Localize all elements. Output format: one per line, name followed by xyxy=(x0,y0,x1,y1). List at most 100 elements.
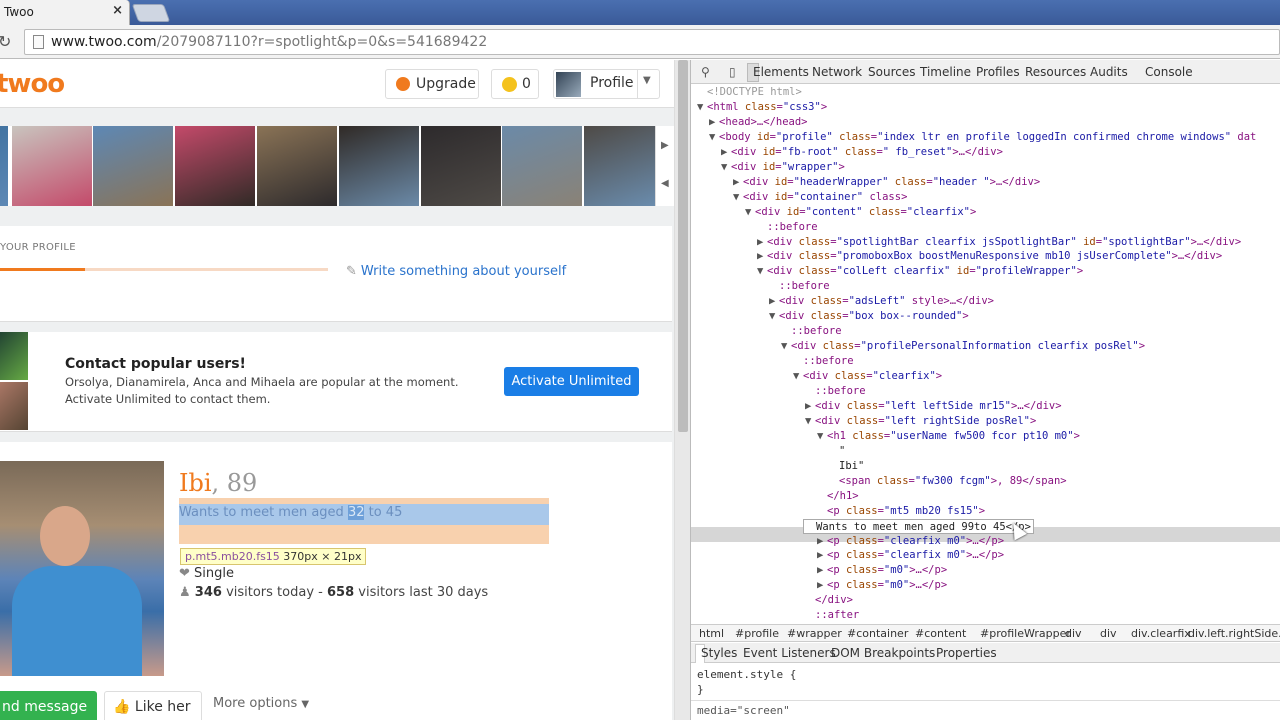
devtools-tab-timeline[interactable]: Timeline xyxy=(920,65,971,79)
dom-node-row[interactable]: ::before xyxy=(757,220,818,235)
browser-tab-twoo[interactable]: Twoo × xyxy=(0,0,130,25)
activate-unlimited-button[interactable]: Activate Unlimited xyxy=(504,367,639,396)
expand-triangle-icon[interactable]: ▼ xyxy=(793,369,803,384)
spotlight-user-photo[interactable] xyxy=(0,126,8,206)
dom-node-row[interactable]: ▶ <p class="m0">…</p> xyxy=(817,563,947,578)
devtools-tab-console[interactable]: Console xyxy=(1145,65,1193,79)
tab-close-icon[interactable]: × xyxy=(112,3,123,18)
expand-triangle-icon[interactable]: ▶ xyxy=(709,115,719,130)
dom-node-row[interactable]: </h1> xyxy=(817,489,859,504)
breadcrumb-item[interactable]: #container xyxy=(847,627,908,640)
profile-menu-button[interactable]: Profile ▼ xyxy=(553,69,660,99)
dom-node-row[interactable]: ▼ <div class="colLeft clearfix" id="profi… xyxy=(757,264,1083,279)
dom-node-row[interactable]: ::before xyxy=(769,279,830,294)
twoo-logo[interactable]: twoo xyxy=(0,69,65,99)
expand-triangle-icon[interactable]: ▶ xyxy=(817,563,827,578)
breadcrumb-item[interactable]: #wrapper xyxy=(787,627,842,640)
expand-triangle-icon[interactable]: ▶ xyxy=(817,534,827,549)
dom-node-row[interactable]: ▶ <p class="clearfix m0">…</p> xyxy=(817,534,1004,549)
spotlight-user-photo[interactable] xyxy=(421,126,501,206)
dom-node-row[interactable]: ::before xyxy=(793,354,854,369)
breadcrumb-item[interactable]: #profile xyxy=(735,627,779,640)
expand-triangle-icon[interactable]: ▼ xyxy=(721,160,731,175)
breadcrumb-item[interactable]: #content xyxy=(915,627,966,640)
dom-node-row[interactable]: ▶ <div id="headerWrapper" class="header "… xyxy=(733,175,1040,190)
spotlight-user-photo[interactable] xyxy=(93,126,173,206)
dom-node-row[interactable]: ▼ <div class="profilePersonalInformation … xyxy=(781,339,1145,354)
profile-photo[interactable] xyxy=(0,461,164,676)
spotlight-user-photo[interactable] xyxy=(175,126,255,206)
dom-node-row[interactable]: Wants to meet men aged 99to 45</p> xyxy=(803,518,1034,534)
expand-triangle-icon[interactable]: ▶ xyxy=(757,235,767,250)
dom-node-row[interactable]: ::before xyxy=(781,324,842,339)
expand-triangle-icon[interactable]: ▼ xyxy=(757,264,767,279)
subtab-styles[interactable]: Styles xyxy=(701,646,737,660)
devtools-tab-sources[interactable]: Sources xyxy=(868,65,915,79)
dom-node-row[interactable]: ::before xyxy=(805,384,866,399)
expand-triangle-icon[interactable]: ▶ xyxy=(721,145,731,160)
write-about-link[interactable]: ✎ Write something about yourself xyxy=(346,264,566,279)
dom-node-row[interactable]: ▼ <div id="wrapper"> xyxy=(721,160,845,175)
expand-triangle-icon[interactable]: ▼ xyxy=(733,190,743,205)
chevron-left-icon[interactable]: ◀ xyxy=(661,178,669,189)
devtools-tab-profiles[interactable]: Profiles xyxy=(976,65,1020,79)
url-input[interactable]: www.twoo.com/2079087110?r=spotlight&p=0&… xyxy=(24,29,1280,55)
chevron-down-icon[interactable]: ▼ xyxy=(643,75,651,86)
dom-node-row[interactable]: <p class="mt5 mb20 fs15"> xyxy=(817,504,985,519)
reload-icon[interactable]: ↻ xyxy=(0,32,11,51)
popular-user-photo[interactable] xyxy=(0,332,28,380)
dom-node-row[interactable]: Ibi" xyxy=(829,459,864,474)
popular-user-photo[interactable] xyxy=(0,382,28,430)
credits-button[interactable]: 0 xyxy=(491,69,539,99)
dom-node-row[interactable]: ▼ <h1 class="userName fw500 fcor pt10 m0"… xyxy=(817,429,1080,444)
dom-node-row[interactable]: ▼ <div id="content" class="clearfix"> xyxy=(745,205,976,220)
dom-node-row[interactable]: ▶ <p class="clearfix m0">…</p> xyxy=(817,548,1004,563)
breadcrumb-item[interactable]: #profileWrapper xyxy=(980,627,1071,640)
dom-node-row[interactable]: <span class="fw300 fcgm">, 89</span> xyxy=(829,474,1067,489)
breadcrumb-item[interactable]: html xyxy=(699,627,724,640)
expand-triangle-icon[interactable]: ▼ xyxy=(697,100,707,115)
dom-node-row[interactable]: ▶ <div class="adsLeft" style>…</div> xyxy=(769,294,994,309)
expand-triangle-icon[interactable]: ▶ xyxy=(817,578,827,593)
expand-triangle-icon[interactable]: ▼ xyxy=(745,205,755,220)
dom-node-row[interactable]: ▶ <div class="spotlightBar clearfix jsSpo… xyxy=(757,235,1241,250)
dom-node-row[interactable]: ▼ <div id="container" class> xyxy=(733,190,907,205)
expand-triangle-icon[interactable]: ▶ xyxy=(817,548,827,563)
breadcrumb-item[interactable]: div xyxy=(1100,627,1117,640)
devtools-tab-audits[interactable]: Audits xyxy=(1090,65,1128,79)
breadcrumb-item[interactable]: div.left.rightSide.pos xyxy=(1188,627,1280,640)
dom-node-row[interactable]: " xyxy=(829,444,845,459)
dom-node-row[interactable]: ▼ <body id="profile" class="index ltr en … xyxy=(709,130,1256,145)
expand-triangle-icon[interactable]: ▶ xyxy=(769,294,779,309)
subtab-dom-breakpoints[interactable]: DOM Breakpoints xyxy=(831,646,935,660)
spotlight-user-photo[interactable] xyxy=(584,126,664,206)
breadcrumb-item[interactable]: div.clearfix xyxy=(1131,627,1191,640)
magnifier-icon[interactable]: ⚲ xyxy=(701,65,710,79)
expand-triangle-icon[interactable]: ▼ xyxy=(769,309,779,324)
device-mode-icon[interactable]: ▯ xyxy=(729,65,736,79)
expand-triangle-icon[interactable]: ▼ xyxy=(709,130,719,145)
scrollbar-thumb[interactable] xyxy=(678,60,688,432)
dom-node-row[interactable]: ▶ <p class="m0">…</p> xyxy=(817,578,947,593)
dom-node-row[interactable]: ▶ <div class="promoboxBox boostMenuRespon… xyxy=(757,249,1222,264)
spotlight-user-photo[interactable] xyxy=(257,126,337,206)
dom-node-row[interactable]: </div> xyxy=(805,593,853,608)
expand-triangle-icon[interactable]: ▼ xyxy=(805,414,815,429)
chevron-right-icon[interactable]: ▶ xyxy=(661,140,669,151)
page-scrollbar[interactable] xyxy=(674,60,690,720)
subtab-properties[interactable]: Properties xyxy=(936,646,997,660)
devtools-tab-resources[interactable]: Resources xyxy=(1025,65,1086,79)
upgrade-button[interactable]: Upgrade xyxy=(385,69,479,99)
expand-triangle-icon[interactable]: ▼ xyxy=(781,339,791,354)
spotlight-user-photo[interactable] xyxy=(339,126,419,206)
dom-node-row[interactable]: <!DOCTYPE html> xyxy=(697,85,802,100)
expand-triangle-icon[interactable]: ▼ xyxy=(817,429,827,444)
dom-node-row[interactable]: ▼ <div class="box box--rounded"> xyxy=(769,309,969,324)
dom-node-row[interactable]: ▶ <div id="fb-root" class=" fb_reset">…</… xyxy=(721,145,1003,160)
expand-triangle-icon[interactable]: ▶ xyxy=(733,175,743,190)
breadcrumb-item[interactable]: div xyxy=(1065,627,1082,640)
dom-node-row[interactable]: ▼ <html class="css3"> xyxy=(697,100,827,115)
expand-triangle-icon[interactable]: ▶ xyxy=(805,399,815,414)
subtab-event-listeners[interactable]: Event Listeners xyxy=(743,646,836,660)
spotlight-user-photo[interactable] xyxy=(12,126,92,206)
